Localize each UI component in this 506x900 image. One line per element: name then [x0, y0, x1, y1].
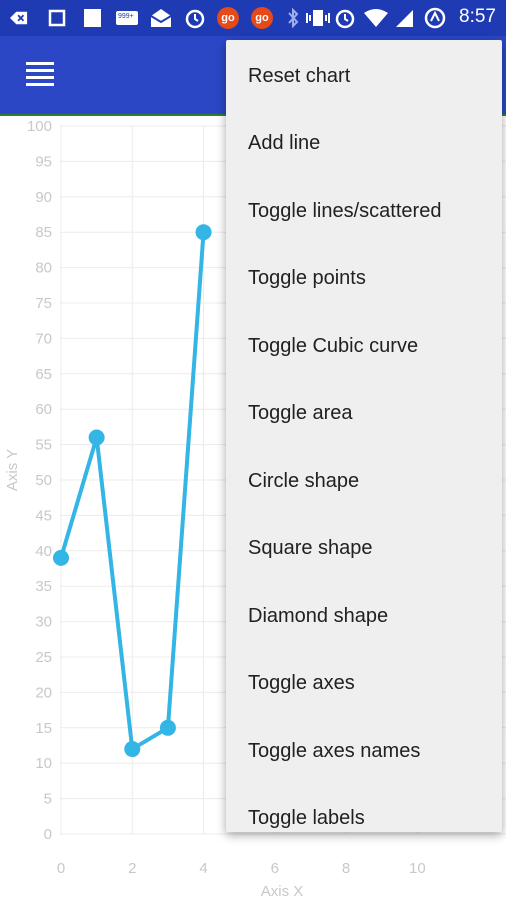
y-tick-label: 40: [35, 543, 52, 560]
data-point: [88, 429, 105, 446]
y-tick-label: 55: [35, 437, 52, 454]
x-tick-label: 6: [271, 860, 279, 877]
y-tick-label: 45: [35, 507, 52, 524]
menu-item-toggle-cubic-curve[interactable]: Toggle Cubic curve: [226, 313, 502, 380]
menu-item-toggle-area[interactable]: Toggle area: [226, 380, 502, 447]
menu-item-toggle-lines-scattered[interactable]: Toggle lines/scattered: [226, 178, 502, 245]
square-filled-icon: [83, 9, 101, 27]
status-time: 8:57: [459, 6, 496, 27]
menu-item-toggle-points[interactable]: Toggle points: [226, 245, 502, 312]
data-point: [124, 741, 141, 758]
y-tick-label: 30: [35, 614, 52, 631]
go-icon: go: [217, 7, 239, 29]
x-axis-name: Axis X: [261, 883, 304, 900]
y-tick-label: 5: [44, 791, 52, 808]
y-tick-label: 65: [35, 366, 52, 383]
alarm-icon: [334, 9, 356, 29]
menu-item-reset-chart[interactable]: Reset chart: [226, 43, 502, 110]
alarm-icon: [184, 9, 206, 29]
data-saver-icon: [424, 7, 446, 29]
vibrate-icon: [305, 9, 331, 27]
y-tick-label: 0: [44, 826, 52, 843]
y-tick-label: 15: [35, 720, 52, 737]
y-tick-label: 25: [35, 649, 52, 666]
data-point: [53, 549, 69, 566]
back-icon: [10, 9, 28, 27]
x-tick-label: 2: [128, 860, 136, 877]
y-tick-label: 85: [35, 224, 52, 241]
y-tick-label: 60: [35, 401, 52, 418]
y-tick-label: 50: [35, 472, 52, 489]
data-point: [159, 719, 176, 736]
menu-item-square-shape[interactable]: Square shape: [226, 515, 502, 582]
y-tick-label: 35: [35, 578, 52, 595]
y-tick-label: 95: [35, 153, 52, 170]
notification-counter-icon: 999+: [115, 9, 139, 27]
y-tick-label: 100: [27, 118, 52, 135]
menu-item-toggle-axes[interactable]: Toggle axes: [226, 650, 502, 717]
data-point: [195, 224, 212, 241]
y-axis-name: Axis Y: [4, 449, 21, 491]
y-tick-label: 80: [35, 260, 52, 277]
x-axis-ticks: 0 2 4 6 8 10: [57, 860, 426, 877]
x-tick-label: 10: [409, 860, 426, 877]
y-tick-label: 70: [35, 330, 52, 347]
wifi-icon: [364, 9, 388, 27]
mail-open-icon: [150, 9, 172, 27]
go-badge-text: go: [255, 12, 269, 24]
x-tick-label: 8: [342, 860, 350, 877]
menu-item-circle-shape[interactable]: Circle shape: [226, 448, 502, 515]
menu-item-toggle-axes-names[interactable]: Toggle axes names: [226, 718, 502, 785]
y-axis-ticks: 0 5 10 15 20 25 30 35 40 45 50 55 60 65 70 75 80 85 90 95 10…: [27, 118, 52, 843]
menu-item-add-line[interactable]: Add line: [226, 110, 502, 177]
bluetooth-icon: [284, 8, 302, 28]
y-tick-label: 20: [35, 684, 52, 701]
menu-item-toggle-labels[interactable]: Toggle labels: [226, 785, 502, 832]
y-tick-label: 10: [35, 755, 52, 772]
go-badge-text: go: [221, 12, 235, 24]
signal-icon: [394, 9, 414, 27]
square-icon: [48, 9, 66, 27]
x-tick-label: 4: [199, 860, 207, 877]
overflow-menu: Reset chart Add line Toggle lines/scatte…: [226, 40, 502, 832]
x-tick-label: 0: [57, 860, 65, 877]
hamburger-icon[interactable]: [26, 62, 54, 86]
y-tick-label: 75: [35, 295, 52, 312]
go-icon: go: [251, 7, 273, 29]
status-bar: 999+ go go 8:57: [0, 0, 506, 36]
counter-badge-text: 999+: [118, 13, 134, 20]
menu-item-diamond-shape[interactable]: Diamond shape: [226, 583, 502, 650]
y-tick-label: 90: [35, 189, 52, 206]
